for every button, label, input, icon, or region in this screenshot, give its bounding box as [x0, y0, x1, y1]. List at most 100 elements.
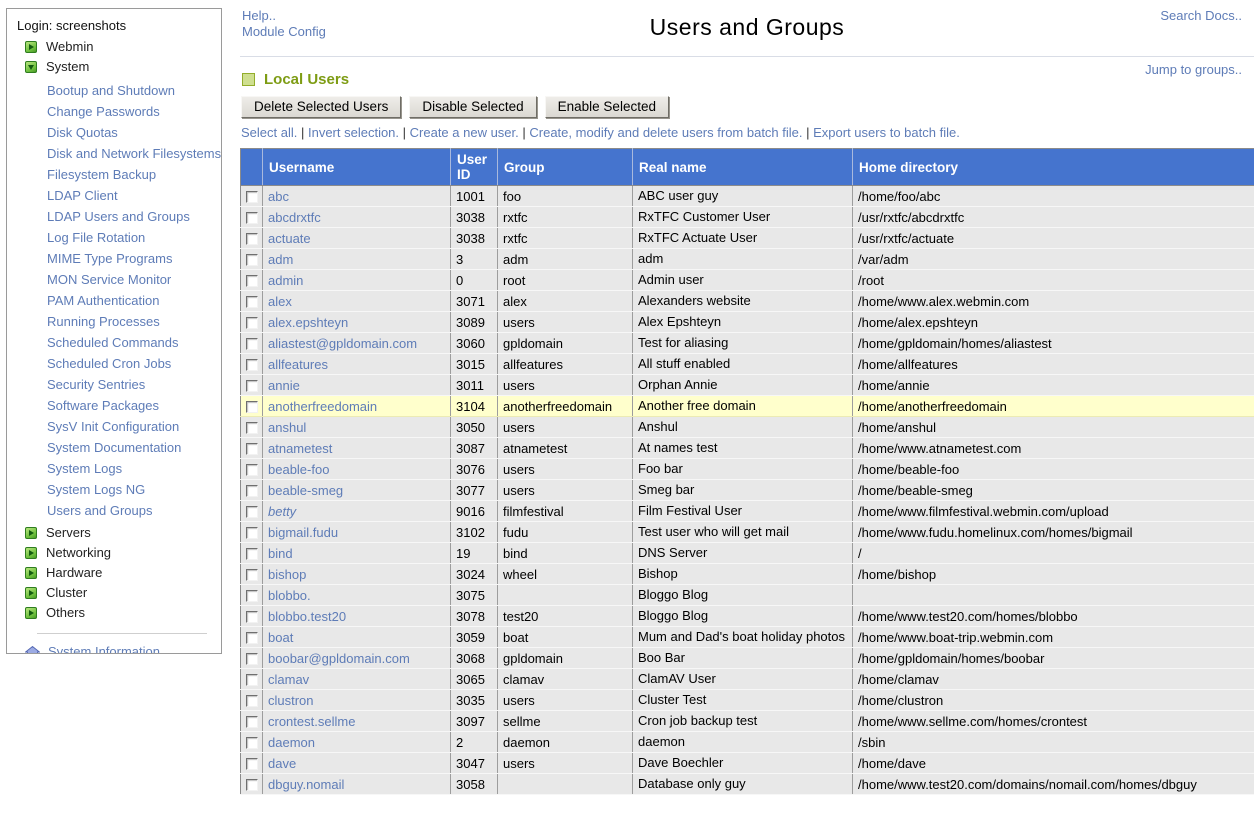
username-link[interactable]: beable-smeg	[268, 483, 343, 498]
row-checkbox[interactable]	[246, 716, 258, 728]
sidebar-module-link[interactable]: Running Processes	[17, 311, 221, 332]
sidebar-module-link[interactable]: Filesystem Backup	[17, 164, 221, 185]
username-link[interactable]: adm	[268, 252, 293, 267]
username-link[interactable]: abcdrxtfc	[268, 210, 321, 225]
row-checkbox[interactable]	[246, 275, 258, 287]
sidebar-module-link[interactable]: Change Passwords	[17, 101, 221, 122]
sidebar-module-link[interactable]: MON Service Monitor	[17, 269, 221, 290]
sidebar-category[interactable]: Others	[17, 603, 221, 623]
jump-to-groups-link[interactable]: Jump to groups..	[1145, 62, 1242, 77]
row-checkbox[interactable]	[246, 569, 258, 581]
username-link[interactable]: blobbo.test20	[268, 609, 346, 624]
row-checkbox[interactable]	[246, 317, 258, 329]
row-checkbox[interactable]	[246, 758, 258, 770]
bulk-action-button[interactable]: Disable Selected	[409, 96, 536, 118]
bulk-action-button[interactable]: Enable Selected	[545, 96, 669, 118]
row-checkbox[interactable]	[246, 464, 258, 476]
category-toggle-icon[interactable]	[25, 527, 37, 539]
username-link[interactable]: anshul	[268, 420, 306, 435]
sidebar-module-link[interactable]: Disk Quotas	[17, 122, 221, 143]
sidebar-module-link[interactable]: System Logs NG	[17, 479, 221, 500]
sidebar-category[interactable]: Servers	[17, 523, 221, 543]
row-checkbox[interactable]	[246, 527, 258, 539]
username-link[interactable]: clustron	[268, 693, 314, 708]
row-checkbox[interactable]	[246, 422, 258, 434]
username-link[interactable]: boat	[268, 630, 293, 645]
username-link[interactable]: alex	[268, 294, 292, 309]
username-link[interactable]: dbguy.nomail	[268, 777, 344, 792]
row-checkbox[interactable]	[246, 485, 258, 497]
row-checkbox[interactable]	[246, 632, 258, 644]
sidebar-module-link[interactable]: System Logs	[17, 458, 221, 479]
user-action-link[interactable]: Select all.	[241, 125, 297, 140]
row-checkbox[interactable]	[246, 611, 258, 623]
sidebar-module-link[interactable]: MIME Type Programs	[17, 248, 221, 269]
user-action-link[interactable]: Create a new user.	[410, 125, 519, 140]
user-action-link[interactable]: Invert selection.	[308, 125, 399, 140]
row-checkbox[interactable]	[246, 401, 258, 413]
row-checkbox[interactable]	[246, 548, 258, 560]
bulk-action-button[interactable]: Delete Selected Users	[241, 96, 401, 118]
user-action-link[interactable]: Create, modify and delete users from bat…	[529, 125, 802, 140]
sidebar-module-link[interactable]: System Documentation	[17, 437, 221, 458]
category-toggle-icon[interactable]	[25, 567, 37, 579]
username-link[interactable]: annie	[268, 378, 300, 393]
sidebar-module-link[interactable]: LDAP Users and Groups	[17, 206, 221, 227]
row-checkbox[interactable]	[246, 443, 258, 455]
username-link[interactable]: crontest.sellme	[268, 714, 355, 729]
row-checkbox[interactable]	[246, 254, 258, 266]
sidebar-module-link[interactable]: Security Sentries	[17, 374, 221, 395]
system-information-link[interactable]: System Information	[17, 641, 221, 654]
sidebar-module-link[interactable]: Software Packages	[17, 395, 221, 416]
username-link[interactable]: clamav	[268, 672, 309, 687]
sidebar-module-link[interactable]: Disk and Network Filesystems	[17, 143, 221, 164]
row-checkbox[interactable]	[246, 674, 258, 686]
username-link[interactable]: allfeatures	[268, 357, 328, 372]
search-docs-link[interactable]: Search Docs..	[1160, 8, 1242, 23]
username-link[interactable]: actuate	[268, 231, 311, 246]
username-link[interactable]: aliastest@gpldomain.com	[268, 336, 417, 351]
category-toggle-icon[interactable]	[25, 587, 37, 599]
row-checkbox[interactable]	[246, 296, 258, 308]
sidebar-category[interactable]: Networking	[17, 543, 221, 563]
username-link[interactable]: beable-foo	[268, 462, 329, 477]
username-link[interactable]: anotherfreedomain	[268, 399, 377, 414]
username-link[interactable]: bind	[268, 546, 293, 561]
user-action-link[interactable]: Export users to batch file.	[813, 125, 960, 140]
sidebar-module-link[interactable]: Users and Groups	[17, 500, 221, 521]
row-checkbox[interactable]	[246, 779, 258, 791]
category-toggle-icon[interactable]	[25, 41, 37, 53]
username-link[interactable]: bishop	[268, 567, 306, 582]
sidebar-category[interactable]: Cluster	[17, 583, 221, 603]
username-link[interactable]: betty	[268, 504, 296, 519]
sidebar-module-link[interactable]: SysV Init Configuration	[17, 416, 221, 437]
sidebar-module-link[interactable]: Scheduled Commands	[17, 332, 221, 353]
sidebar-category[interactable]: Hardware	[17, 563, 221, 583]
row-checkbox[interactable]	[246, 338, 258, 350]
username-link[interactable]: boobar@gpldomain.com	[268, 651, 410, 666]
row-checkbox[interactable]	[246, 359, 258, 371]
row-checkbox[interactable]	[246, 653, 258, 665]
row-checkbox[interactable]	[246, 695, 258, 707]
sidebar-module-link[interactable]: Log File Rotation	[17, 227, 221, 248]
sidebar-module-link[interactable]: LDAP Client	[17, 185, 221, 206]
sidebar-category[interactable]: Webmin	[17, 37, 221, 57]
username-link[interactable]: daemon	[268, 735, 315, 750]
sidebar-module-link[interactable]: Scheduled Cron Jobs	[17, 353, 221, 374]
row-checkbox[interactable]	[246, 212, 258, 224]
username-link[interactable]: alex.epshteyn	[268, 315, 348, 330]
username-link[interactable]: blobbo.	[268, 588, 311, 603]
row-checkbox[interactable]	[246, 191, 258, 203]
sidebar-category[interactable]: System	[17, 57, 221, 77]
category-toggle-icon[interactable]	[25, 607, 37, 619]
row-checkbox[interactable]	[246, 737, 258, 749]
category-toggle-icon[interactable]	[25, 547, 37, 559]
username-link[interactable]: atnametest	[268, 441, 332, 456]
row-checkbox[interactable]	[246, 233, 258, 245]
username-link[interactable]: bigmail.fudu	[268, 525, 338, 540]
row-checkbox[interactable]	[246, 506, 258, 518]
category-toggle-icon[interactable]	[25, 61, 37, 73]
username-link[interactable]: dave	[268, 756, 296, 771]
sidebar-module-link[interactable]: PAM Authentication	[17, 290, 221, 311]
row-checkbox[interactable]	[246, 380, 258, 392]
